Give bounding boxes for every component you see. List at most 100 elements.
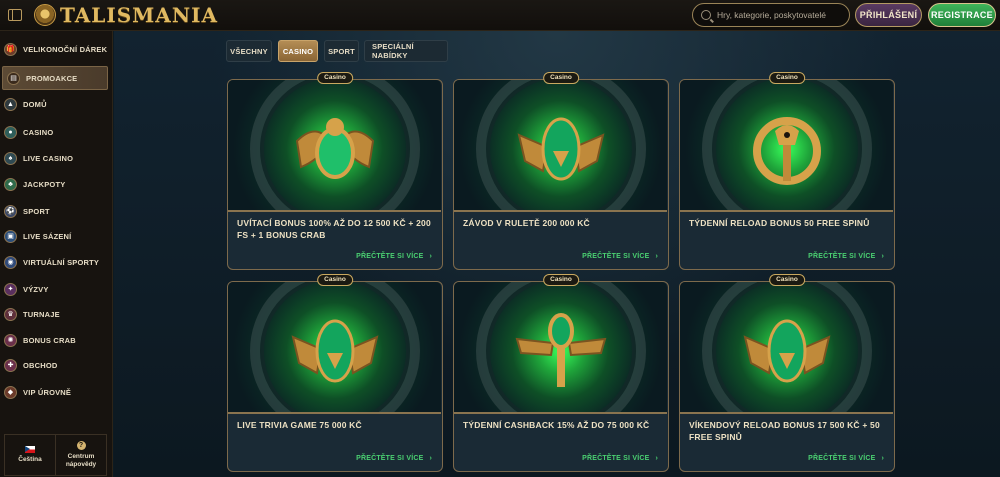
sidebar-item-label: CASINO bbox=[23, 127, 54, 137]
crab-icon: ✺ bbox=[4, 333, 17, 347]
language-label: Čeština bbox=[18, 456, 42, 463]
sidebar-item-label: LIVE SÁZENÍ bbox=[23, 231, 72, 241]
sidebar-item-home[interactable]: ▲ DOMŮ bbox=[0, 92, 113, 116]
category-badge: Casino bbox=[769, 72, 805, 84]
logo-emblem-icon bbox=[34, 4, 56, 26]
read-more-label: PŘEČTĚTE SI VÍCE bbox=[808, 455, 876, 462]
read-more-link[interactable]: PŘEČTĚTE SI VÍCE › bbox=[582, 455, 658, 462]
promo-card[interactable]: Casino UVÍTACÍ BONUS 100% AŽ DO 12 500 K… bbox=[227, 72, 443, 270]
promo-artwork bbox=[680, 282, 893, 414]
sidebar-item-live-casino[interactable]: ♠ LIVE CASINO bbox=[0, 146, 113, 170]
tab-sport[interactable]: SPORT bbox=[324, 40, 359, 62]
sidebar-toggle-icon[interactable] bbox=[8, 9, 22, 21]
chevron-right-icon: › bbox=[881, 253, 884, 260]
promo-card[interactable]: Casino VÍKENDOVÝ RELOAD BONUS 17 500 KČ … bbox=[679, 274, 895, 472]
help-center-link[interactable]: ? Centrum nápovědy bbox=[55, 435, 106, 475]
read-more-link[interactable]: PŘEČTĚTE SI VÍCE › bbox=[808, 253, 884, 260]
search-box[interactable] bbox=[692, 3, 850, 27]
sidebar-item-casino[interactable]: ● CASINO bbox=[0, 120, 113, 144]
read-more-label: PŘEČTĚTE SI VÍCE bbox=[582, 455, 650, 462]
horus-emblem-icon bbox=[739, 101, 835, 197]
read-more-link[interactable]: PŘEČTĚTE SI VÍCE › bbox=[356, 253, 432, 260]
read-more-label: PŘEČTĚTE SI VÍCE bbox=[582, 253, 650, 260]
promo-artwork bbox=[454, 80, 667, 212]
sidebar-item-promotions[interactable]: ▤ PROMOAKCE bbox=[2, 66, 108, 90]
help-label-line-1: Centrum bbox=[67, 453, 95, 460]
promo-artwork bbox=[454, 282, 667, 414]
gift-icon: 🎁 bbox=[4, 42, 17, 56]
chevron-right-icon: › bbox=[429, 253, 432, 260]
top-bar: TALISMANIA PŘIHLÁŠENÍ REGISTRACE bbox=[0, 0, 1000, 31]
promo-card[interactable]: Casino LIVE TRIVIA GAME 75 000 KČ PŘEČTĚ… bbox=[227, 274, 443, 472]
sidebar-item-label: PROMOAKCE bbox=[26, 73, 78, 83]
sidebar-footer: Čeština ? Centrum nápovědy bbox=[4, 434, 107, 476]
sidebar-item-label: TURNAJE bbox=[23, 309, 60, 319]
promo-card[interactable]: Casino TÝDENNÍ CASHBACK 15% AŽ DO 75 000… bbox=[453, 274, 669, 472]
sidebar-item-label: LIVE CASINO bbox=[23, 153, 74, 163]
shop-icon: ✚ bbox=[4, 358, 17, 372]
help-label-line-2: nápovědy bbox=[65, 461, 97, 468]
main-content: VŠECHNY CASINO SPORT SPECIÁLNÍ NABÍDKY C… bbox=[114, 31, 1000, 477]
promo-card[interactable]: Casino ZÁVOD V RULETĚ 200 000 KČ PŘEČTĚT… bbox=[453, 72, 669, 270]
read-more-link[interactable]: PŘEČTĚTE SI VÍCE › bbox=[356, 455, 432, 462]
category-badge: Casino bbox=[543, 274, 579, 286]
winged-cartouche-icon bbox=[513, 101, 609, 197]
clover-icon: ♣ bbox=[4, 177, 17, 191]
sidebar-item-label: VÝZVY bbox=[23, 284, 49, 294]
logo[interactable]: TALISMANIA bbox=[34, 3, 218, 27]
winged-cartouche-icon bbox=[287, 303, 383, 399]
tab-special-offers[interactable]: SPECIÁLNÍ NABÍDKY bbox=[364, 40, 448, 62]
sidebar-item-jackpots[interactable]: ♣ JACKPOTY bbox=[0, 172, 113, 196]
sidebar-item-easter-gift[interactable]: 🎁 VELIKONOČNÍ DÁREK bbox=[0, 37, 113, 61]
trophy-icon: ♛ bbox=[4, 307, 17, 321]
register-button[interactable]: REGISTRACE bbox=[928, 3, 996, 27]
category-badge: Casino bbox=[317, 72, 353, 84]
promo-artwork bbox=[228, 282, 441, 414]
scarab-icon bbox=[287, 101, 383, 197]
tab-casino[interactable]: CASINO bbox=[278, 40, 318, 62]
sidebar-item-label: VELIKONOČNÍ DÁREK bbox=[23, 44, 108, 54]
spade-icon: ♠ bbox=[4, 151, 17, 165]
live-icon: ▣ bbox=[4, 229, 17, 243]
sidebar-item-live-betting[interactable]: ▣ LIVE SÁZENÍ bbox=[0, 224, 113, 248]
sidebar-item-label: VIRTUÁLNÍ SPORTY bbox=[23, 257, 100, 267]
tab-all[interactable]: VŠECHNY bbox=[226, 40, 272, 62]
sidebar-item-sport[interactable]: ⚽ SPORT bbox=[0, 199, 113, 223]
diamond-icon: ◆ bbox=[4, 385, 17, 399]
promo-title: TÝDENNÍ RELOAD BONUS 50 FREE SPINŮ bbox=[689, 218, 870, 228]
sidebar-item-shop[interactable]: ✚ OBCHOD bbox=[0, 353, 113, 377]
read-more-label: PŘEČTĚTE SI VÍCE bbox=[356, 253, 424, 260]
sidebar-item-label: SPORT bbox=[23, 206, 50, 216]
sidebar-item-vip-levels[interactable]: ◆ VIP ÚROVNĚ bbox=[0, 380, 113, 404]
category-badge: Casino bbox=[543, 72, 579, 84]
ankh-icon bbox=[513, 303, 609, 399]
promo-card[interactable]: Casino TÝDENNÍ RELOAD BONUS 50 FREE SPIN… bbox=[679, 72, 895, 270]
sidebar-item-bonus-crab[interactable]: ✺ BONUS CRAB bbox=[0, 328, 113, 352]
ball-icon: ⚽ bbox=[4, 204, 17, 218]
winged-cartouche-icon bbox=[739, 303, 835, 399]
promo-title: ZÁVOD V RULETĚ 200 000 KČ bbox=[463, 218, 590, 228]
language-selector[interactable]: Čeština bbox=[5, 435, 55, 475]
promo-artwork bbox=[680, 80, 893, 212]
sidebar-item-tournaments[interactable]: ♛ TURNAJE bbox=[0, 302, 113, 326]
virtual-icon: ◉ bbox=[4, 255, 17, 269]
logo-text: TALISMANIA bbox=[60, 3, 218, 27]
czech-flag-icon bbox=[25, 446, 35, 453]
login-button[interactable]: PŘIHLÁŠENÍ bbox=[855, 3, 922, 27]
promo-title: VÍKENDOVÝ RELOAD BONUS 17 500 KČ + 50 FR… bbox=[689, 420, 880, 442]
sidebar-item-virtual-sports[interactable]: ◉ VIRTUÁLNÍ SPORTY bbox=[0, 250, 113, 274]
home-icon: ▲ bbox=[4, 97, 17, 111]
chevron-right-icon: › bbox=[881, 455, 884, 462]
read-more-label: PŘEČTĚTE SI VÍCE bbox=[356, 455, 424, 462]
chevron-right-icon: › bbox=[655, 253, 658, 260]
sidebar: 🎁 VELIKONOČNÍ DÁREK ▤ PROMOAKCE ▲ DOMŮ ●… bbox=[0, 31, 113, 477]
promo-title: TÝDENNÍ CASHBACK 15% AŽ DO 75 000 KČ bbox=[463, 420, 650, 430]
sidebar-item-challenges[interactable]: ✦ VÝZVY bbox=[0, 277, 113, 301]
sidebar-item-label: VIP ÚROVNĚ bbox=[23, 387, 72, 397]
read-more-link[interactable]: PŘEČTĚTE SI VÍCE › bbox=[582, 253, 658, 260]
read-more-link[interactable]: PŘEČTĚTE SI VÍCE › bbox=[808, 455, 884, 462]
search-input[interactable] bbox=[717, 10, 847, 20]
chevron-right-icon: › bbox=[655, 455, 658, 462]
read-more-label: PŘEČTĚTE SI VÍCE bbox=[808, 253, 876, 260]
sidebar-item-label: OBCHOD bbox=[23, 360, 58, 370]
